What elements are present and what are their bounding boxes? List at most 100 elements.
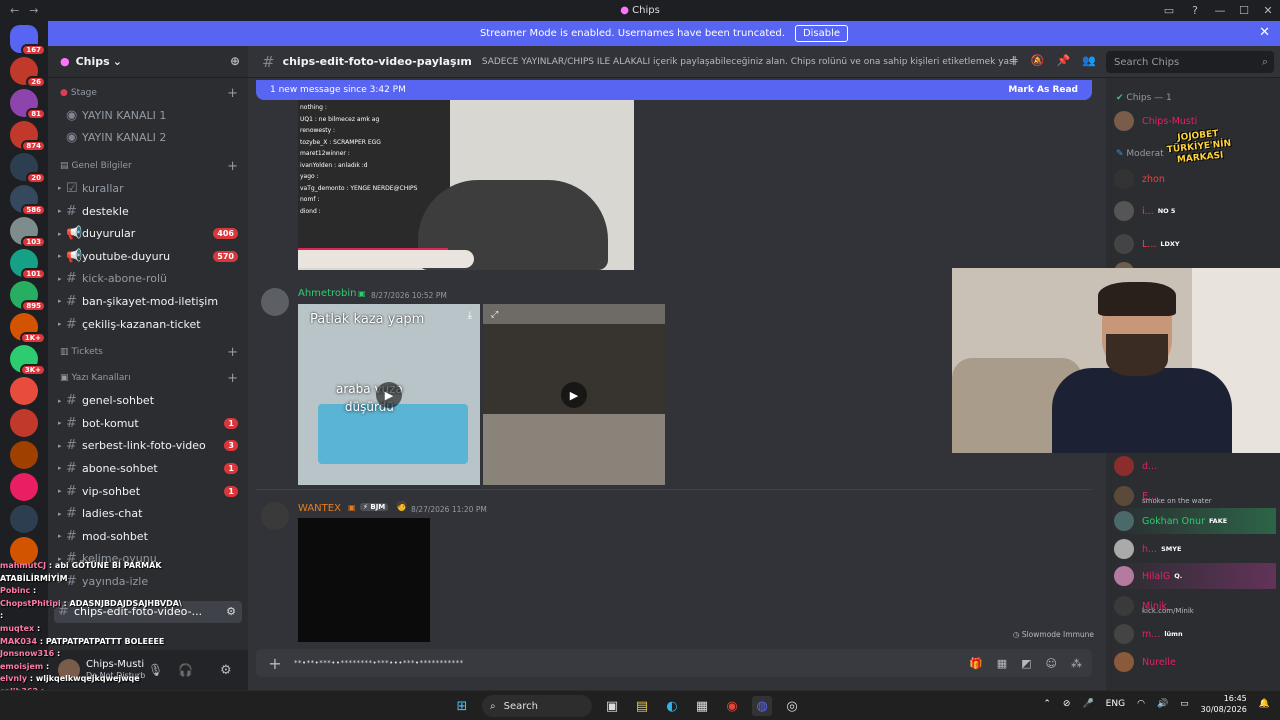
channel-bot-komut[interactable]: ▸ # bot-komut 1: [48, 412, 248, 435]
category-genel-bilgiler[interactable]: ▤ Genel Bilgiler +: [48, 155, 248, 177]
message-composer[interactable]: + **•**•***••********•***•••***•********…: [256, 649, 1092, 677]
server-icon-14[interactable]: [10, 473, 38, 501]
message-author[interactable]: WANTEX: [298, 503, 341, 514]
channel-kurallar[interactable]: ▸ ☑ kurallar: [48, 177, 248, 200]
edge-icon[interactable]: ◐: [662, 696, 682, 716]
tray-app-icon[interactable]: ⊘: [1063, 699, 1071, 709]
member-row[interactable]: Minik kick.com/Minik: [1114, 593, 1276, 619]
wifi-icon[interactable]: ◠: [1137, 699, 1145, 709]
apps-icon[interactable]: ⁂: [1071, 657, 1082, 670]
new-messages-bar[interactable]: 1 new message since 3:42 PM Mark As Read: [256, 80, 1092, 100]
server-icon-15[interactable]: [10, 505, 38, 533]
play-button[interactable]: ▶: [376, 382, 402, 408]
member-row[interactable]: E... smoke on the water: [1114, 483, 1276, 509]
help-icon[interactable]: ?: [1182, 0, 1208, 21]
server-header[interactable]: ● Chips ⌄ ⊕: [48, 46, 248, 78]
play-button[interactable]: ▶: [561, 382, 587, 408]
add-channel-icon[interactable]: +: [227, 159, 238, 174]
close-window-button[interactable]: ✕: [1256, 0, 1280, 21]
invite-people-icon[interactable]: ⊕: [230, 54, 240, 68]
server-icon-5[interactable]: 586: [10, 185, 46, 216]
gif-icon[interactable]: ▦: [997, 657, 1007, 670]
member-row[interactable]: i... NO 5: [1114, 198, 1276, 224]
member-row[interactable]: Gokhan Onur FAKE: [1114, 508, 1276, 534]
close-banner-icon[interactable]: ✕: [1259, 25, 1270, 40]
chrome-icon[interactable]: ◉: [722, 696, 742, 716]
emoji-icon[interactable]: ☺: [1046, 657, 1057, 670]
member-row[interactable]: L... LDXY: [1114, 231, 1276, 257]
windows-start-icon[interactable]: ⊞: [452, 696, 472, 716]
server-icon-12[interactable]: [10, 409, 38, 437]
server-icon-11[interactable]: [10, 377, 38, 405]
stage-channel-2[interactable]: ◉ YAYIN KANALI 2: [48, 127, 248, 150]
server-icon-7[interactable]: 101: [10, 249, 46, 280]
video-attachment-3[interactable]: [298, 518, 430, 642]
channel-serbest-link[interactable]: ▸ # serbest-link-foto-video 3: [48, 435, 248, 458]
attach-plus-icon[interactable]: +: [256, 654, 294, 673]
server-icon-4[interactable]: 20: [10, 153, 46, 184]
add-channel-icon[interactable]: +: [227, 86, 238, 101]
avatar[interactable]: [261, 502, 289, 530]
channel-genel-sohbet[interactable]: ▸ # genel-sohbet: [48, 389, 248, 412]
member-owner[interactable]: Chips-Musti: [1114, 108, 1276, 134]
inbox-icon[interactable]: ▭: [1156, 0, 1182, 21]
server-icon-10[interactable]: 3K+: [10, 345, 46, 376]
channel-vip-sohbet[interactable]: ▸ # vip-sohbet 1: [48, 480, 248, 503]
channel-destekle[interactable]: ▸ # destekle: [48, 200, 248, 223]
tray-mic-icon[interactable]: 🎤: [1082, 699, 1093, 709]
server-icon-6[interactable]: 103: [10, 217, 46, 248]
category-yazi-kanallari[interactable]: ▣ Yazı Kanalları +: [48, 367, 248, 389]
pin-icon[interactable]: 📌: [1057, 54, 1071, 67]
back-arrow-icon[interactable]: ←: [10, 4, 19, 17]
channel-duyurular[interactable]: ▸ 📢 duyurular 406: [48, 222, 248, 245]
server-icon-2[interactable]: 81: [10, 89, 46, 120]
channel-mod-sohbet[interactable]: ▸ # mod-sohbet: [48, 525, 248, 548]
notification-icon[interactable]: 🔔: [1259, 699, 1270, 709]
server-icon-9[interactable]: 1K+: [10, 313, 46, 344]
forward-arrow-icon[interactable]: →: [29, 4, 38, 17]
sticker-icon[interactable]: ◩: [1021, 657, 1031, 670]
threads-icon[interactable]: ⋕: [1010, 54, 1019, 67]
gift-icon[interactable]: 🎁: [969, 657, 983, 670]
maximize-button[interactable]: ☐: [1232, 0, 1256, 21]
server-icon-3[interactable]: 874: [10, 121, 46, 152]
category-stage[interactable]: ● Stage +: [48, 82, 248, 104]
download-icon[interactable]: ⤓: [468, 310, 472, 321]
attachment-image[interactable]: nothing : UQ1 : ne bilmecez amk ag renowes…: [298, 100, 634, 270]
channel-abone-sohbet[interactable]: ▸ # abone-sohbet 1: [48, 457, 248, 480]
tray-chevron-icon[interactable]: ⌃: [1043, 699, 1051, 709]
channel-kick-abone[interactable]: ▸ # kick-abone-rolü: [48, 268, 248, 291]
obs-icon[interactable]: ◎: [782, 696, 802, 716]
disable-streamer-mode-button[interactable]: Disable: [794, 25, 849, 42]
add-channel-icon[interactable]: +: [227, 371, 238, 386]
home-button[interactable]: 167: [10, 25, 46, 56]
language-indicator[interactable]: ENG: [1106, 699, 1125, 709]
expand-icon[interactable]: ⤢: [491, 310, 498, 320]
notification-bell-icon[interactable]: 🔕: [1031, 54, 1045, 67]
clock[interactable]: 16:45 30/08/2026: [1201, 693, 1247, 715]
server-icon-13[interactable]: [10, 441, 38, 469]
file-explorer-icon[interactable]: ▤: [632, 696, 652, 716]
battery-icon[interactable]: ▭: [1180, 699, 1189, 709]
stage-channel-1[interactable]: ◉ YAYIN KANALI 1: [48, 104, 248, 127]
taskbar-search[interactable]: ⌕ Search: [482, 695, 592, 717]
store-icon[interactable]: ▦: [692, 696, 712, 716]
discord-icon[interactable]: ◍: [752, 696, 772, 716]
server-icon-8[interactable]: 895: [10, 281, 46, 312]
volume-icon[interactable]: 🔊: [1157, 699, 1168, 709]
member-row[interactable]: m... lümn: [1114, 621, 1276, 647]
member-list-icon[interactable]: 👥: [1082, 54, 1096, 67]
member-row[interactable]: d...: [1114, 453, 1276, 479]
task-view-icon[interactable]: ▣: [602, 696, 622, 716]
channel-ladies-chat[interactable]: ▸ # ladies-chat: [48, 502, 248, 525]
search-input[interactable]: Search Chips ⌕: [1106, 51, 1274, 73]
mark-as-read-button[interactable]: Mark As Read: [1008, 85, 1078, 95]
channel-youtube-duyuru[interactable]: ▸ 📢 youtube-duyuru 570: [48, 245, 248, 268]
avatar[interactable]: [261, 288, 289, 316]
category-tickets[interactable]: ▥ Tickets +: [48, 341, 248, 363]
member-row[interactable]: HilalG Q.: [1114, 563, 1276, 589]
channel-ban-sikayet[interactable]: ▸ # ban-şikayet-mod-iletişim: [48, 290, 248, 313]
member-row[interactable]: h... SMYE: [1114, 536, 1276, 562]
video-attachment-2[interactable]: ⤢ ▶: [483, 304, 665, 485]
server-icon-1[interactable]: 26: [10, 57, 46, 88]
